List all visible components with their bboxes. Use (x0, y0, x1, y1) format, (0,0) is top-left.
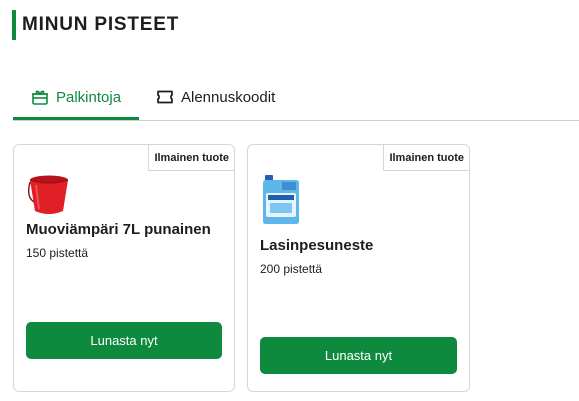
gift-icon (30, 87, 50, 107)
redeem-button[interactable]: Lunasta nyt (260, 337, 457, 374)
product-name: Muoviämpäri 7L punainen (26, 221, 211, 238)
reward-card: Ilmainen tuote Muoviämpäri 7L punainen 1… (13, 144, 235, 392)
product-image-washer-fluid (260, 173, 302, 225)
title-accent-bar (12, 10, 16, 40)
free-product-badge: Ilmainen tuote (383, 145, 469, 171)
free-product-badge: Ilmainen tuote (148, 145, 234, 171)
tab-rewards-label: Palkintoja (56, 88, 122, 106)
reward-card: Ilmainen tuote Lasinpesuneste 200 pistet… (247, 144, 470, 392)
product-points: 200 pistettä (260, 262, 323, 276)
redeem-button[interactable]: Lunasta nyt (26, 322, 222, 359)
tab-discount-codes[interactable]: Alennuskoodit (155, 76, 275, 118)
product-name: Lasinpesuneste (260, 237, 374, 254)
product-image-red-bucket (27, 173, 70, 217)
product-points: 150 pistettä (26, 246, 89, 260)
tab-bar: Palkintoja Alennuskoodit (13, 76, 579, 121)
ticket-icon (155, 87, 175, 107)
tab-discount-codes-label: Alennuskoodit (181, 88, 276, 106)
tab-rewards[interactable]: Palkintoja (13, 76, 139, 120)
page-title: MINUN PISTEET (22, 14, 180, 35)
